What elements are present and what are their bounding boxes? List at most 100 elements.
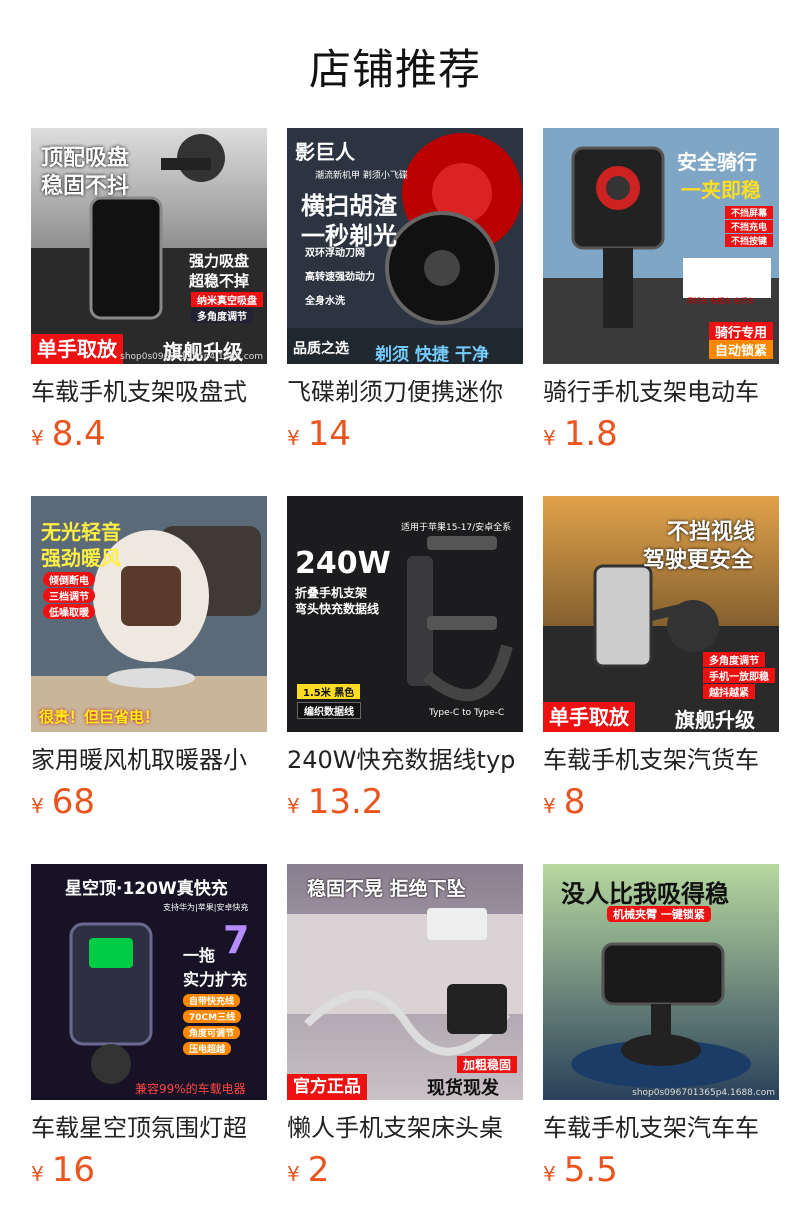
overlay-tag: 官方正品 xyxy=(287,1074,367,1100)
overlay-text: 旗舰升级 xyxy=(675,708,755,732)
overlay-tag: 多角度调节 xyxy=(703,652,765,667)
overlay-text: 安全骑行 xyxy=(677,150,757,174)
overlay-tag: 70CM三线 xyxy=(183,1010,242,1023)
overlay-text: 潮流新机甲 剃须小飞碟 xyxy=(315,171,408,181)
product-image[interactable]: 没人比我吸得稳 机械夹臂 一键锁紧 shop0s096701365p4.1688… xyxy=(543,864,779,1100)
product-image[interactable]: 星空顶·120W真快充 支持华为|苹果|安卓快充 一拖 7 实力扩充 自带快充线… xyxy=(31,864,267,1100)
product-name[interactable]: 车载手机支架汽货车 xyxy=(543,744,779,776)
currency-symbol: ¥ xyxy=(31,1162,44,1186)
overlay-text: 摩托车 电瓶车 自行车 xyxy=(687,297,755,305)
overlay-tag: 自带快充线 xyxy=(183,994,241,1007)
overlay-text: 高转速强劲动力 xyxy=(305,272,375,283)
overlay-text: 超稳不掉 xyxy=(189,272,250,290)
currency-symbol: ¥ xyxy=(287,794,300,818)
price-value: 8.4 xyxy=(51,414,106,454)
product-image[interactable]: 无光轻音 强劲暖风 倾倒断电 三档调节 低噪取暖 很贵！但巨省电！ xyxy=(31,496,267,732)
overlay-tag: 纳米真空吸盘 xyxy=(191,292,263,307)
product-image[interactable]: 稳固不晃 拒绝下坠 加粗稳固 官方正品 现货现发 xyxy=(287,864,523,1100)
overlay-tag: 压电超越 xyxy=(183,1042,232,1055)
product-card[interactable]: 影巨人 潮流新机甲 剃须小飞碟 横扫胡渣 一秒剃光 双环浮动刀网 高转速强劲动力… xyxy=(287,128,523,454)
product-name[interactable]: 懒人手机支架床头桌 xyxy=(287,1112,523,1144)
overlay-tag: 多角度调节 xyxy=(191,308,253,323)
overlay-text: 强力吸盘 xyxy=(189,252,250,270)
price-value: 2 xyxy=(307,1150,330,1190)
product-image[interactable]: 顶配吸盘 稳固不抖 强力吸盘 超稳不掉 纳米真空吸盘 多角度调节 单手取放 旗舰… xyxy=(31,128,267,364)
overlay-text: 全身水洗 xyxy=(305,296,345,307)
product-image[interactable]: 适用于苹果15-17/安卓全系 240W 折叠手机支架 弯头快充数据线 1.5米… xyxy=(287,496,523,732)
price-value: 14 xyxy=(307,414,351,454)
overlay-tag: 不挡按键 xyxy=(725,234,774,247)
product-name[interactable]: 车载星空顶氛围灯超 xyxy=(31,1112,267,1144)
overlay-text: Type-C to Type-C xyxy=(429,708,505,718)
product-name[interactable]: 飞碟剃须刀便携迷你 xyxy=(287,376,523,408)
product-image[interactable]: 安全骑行 一夹即稳 不挡屏幕 不挡充电 不挡按键 摩托车 电瓶车 自行车 骑行专… xyxy=(543,128,779,364)
overlay-tag: 骑行专用 xyxy=(709,322,774,341)
product-price: ¥ 8 xyxy=(543,782,779,822)
currency-symbol: ¥ xyxy=(287,426,300,450)
product-image[interactable]: 影巨人 潮流新机甲 剃须小飞碟 横扫胡渣 一秒剃光 双环浮动刀网 高转速强劲动力… xyxy=(287,128,523,364)
overlay-text: 品质之选 xyxy=(293,341,349,357)
product-name[interactable]: 240W快充数据线typ xyxy=(287,744,523,776)
product-card[interactable]: 不挡视线 驾驶更安全 多角度调节 手机一放即稳 越抖越紧 单手取放 旗舰升级 车… xyxy=(543,496,779,822)
overlay-text: 驾驶更安全 xyxy=(643,548,754,573)
overlay-tag: 加粗稳固 xyxy=(457,1056,518,1073)
product-card[interactable]: 没人比我吸得稳 机械夹臂 一键锁紧 shop0s096701365p4.1688… xyxy=(543,864,779,1190)
product-price: ¥ 14 xyxy=(287,414,523,454)
overlay-text: 很贵！但巨省电！ xyxy=(39,708,160,726)
overlay-tag: 低噪取暖 xyxy=(43,604,95,619)
watermark: shop0s096701365p4.1688.com xyxy=(120,352,263,362)
page-title: 店铺推荐 xyxy=(308,45,481,94)
product-price: ¥ 13.2 xyxy=(287,782,523,822)
overlay-text: 影巨人 xyxy=(295,140,355,164)
product-name[interactable]: 车载手机支架汽车车 xyxy=(543,1112,779,1144)
product-name[interactable]: 家用暖风机取暖器小 xyxy=(31,744,267,776)
overlay-text: 支持华为|苹果|安卓快充 xyxy=(163,903,249,912)
product-card[interactable]: 星空顶·120W真快充 支持华为|苹果|安卓快充 一拖 7 实力扩充 自带快充线… xyxy=(31,864,267,1190)
overlay-tag: 编织数据线 xyxy=(297,702,361,719)
overlay-text: 兼容99%的车载电器 xyxy=(135,1082,246,1096)
overlay-tag: 手机一放即稳 xyxy=(703,668,775,683)
product-card[interactable]: 安全骑行 一夹即稳 不挡屏幕 不挡充电 不挡按键 摩托车 电瓶车 自行车 骑行专… xyxy=(543,128,779,454)
overlay-text: 240W xyxy=(295,546,391,581)
overlay-text: 实力扩充 xyxy=(183,970,248,989)
overlay-text: 适用于苹果15-17/安卓全系 xyxy=(401,523,512,533)
price-value: 16 xyxy=(51,1150,95,1190)
product-card[interactable]: 适用于苹果15-17/安卓全系 240W 折叠手机支架 弯头快充数据线 1.5米… xyxy=(287,496,523,822)
overlay-tag: 倾倒断电 xyxy=(43,572,95,587)
currency-symbol: ¥ xyxy=(31,426,44,450)
watermark: shop0s096701365p4.1688.com xyxy=(632,1088,775,1098)
overlay-text: 一夹即稳 xyxy=(681,178,761,202)
overlay-text: 现货现发 xyxy=(427,1078,499,1099)
currency-symbol: ¥ xyxy=(287,1162,300,1186)
overlay-text: 折叠手机支架 xyxy=(295,586,368,600)
currency-symbol: ¥ xyxy=(543,426,556,450)
overlay-tag: 三档调节 xyxy=(43,588,95,603)
product-price: ¥ 68 xyxy=(31,782,267,822)
currency-symbol: ¥ xyxy=(31,794,44,818)
overlay-tag: 角度可调节 xyxy=(183,1026,241,1039)
overlay-tag: 越抖越紧 xyxy=(703,684,755,699)
product-name[interactable]: 车载手机支架吸盘式 xyxy=(31,376,267,408)
overlay-tag: 自动锁紧 xyxy=(709,340,774,359)
product-image[interactable]: 不挡视线 驾驶更安全 多角度调节 手机一放即稳 越抖越紧 单手取放 旗舰升级 xyxy=(543,496,779,732)
overlay-text: 没人比我吸得稳 xyxy=(561,880,729,908)
overlay-tag: 单手取放 xyxy=(31,334,123,364)
currency-symbol: ¥ xyxy=(543,794,556,818)
overlay-text: 双环浮动刀网 xyxy=(305,248,365,259)
product-card[interactable]: 顶配吸盘 稳固不抖 强力吸盘 超稳不掉 纳米真空吸盘 多角度调节 单手取放 旗舰… xyxy=(31,128,267,454)
currency-symbol: ¥ xyxy=(543,1162,556,1186)
overlay-text: 无光轻音 xyxy=(41,520,121,544)
price-value: 13.2 xyxy=(307,782,384,822)
price-value: 8 xyxy=(563,782,586,822)
product-price: ¥ 16 xyxy=(31,1150,267,1190)
price-value: 68 xyxy=(51,782,95,822)
price-value: 1.8 xyxy=(563,414,618,454)
overlay-tag: 单手取放 xyxy=(543,702,635,732)
overlay-text: 弯头快充数据线 xyxy=(295,602,380,616)
overlay-text: 星空顶·120W真快充 xyxy=(65,879,228,899)
overlay-text: 剃须 快捷 干净 xyxy=(375,345,489,364)
overlay-tag: 机械夹臂 一键锁紧 xyxy=(607,906,711,922)
product-name[interactable]: 骑行手机支架电动车 xyxy=(543,376,779,408)
product-card[interactable]: 稳固不晃 拒绝下坠 加粗稳固 官方正品 现货现发 懒人手机支架床头桌 ¥ 2 xyxy=(287,864,523,1190)
product-card[interactable]: 无光轻音 强劲暖风 倾倒断电 三档调节 低噪取暖 很贵！但巨省电！ 家用暖风机取… xyxy=(31,496,267,822)
